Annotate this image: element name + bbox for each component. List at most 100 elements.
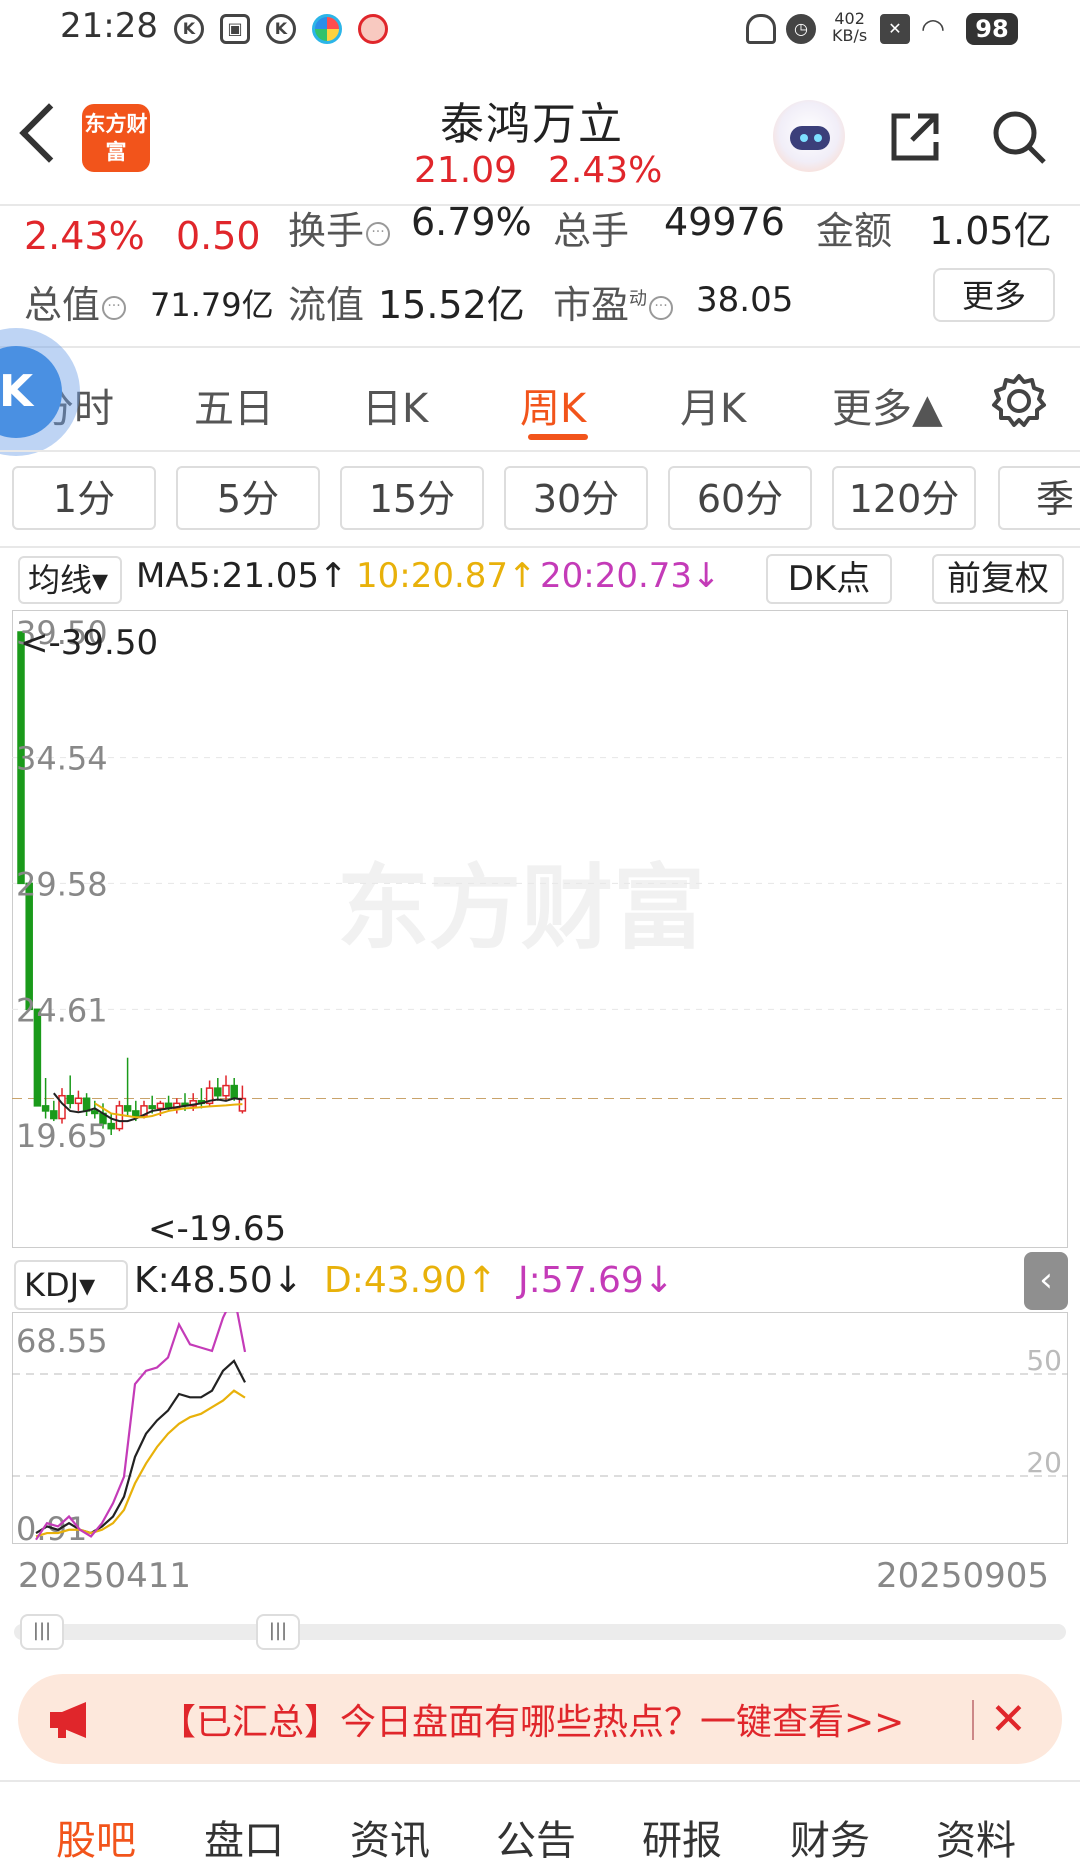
y-tick-label: 19.65 [16, 1117, 108, 1155]
interval-15min-button[interactable]: 15分 [340, 466, 484, 530]
adjust-mode-button[interactable]: 前复权 [932, 554, 1064, 604]
app-k-icon: K [174, 14, 204, 44]
active-tab-indicator [528, 434, 588, 440]
megaphone-icon [50, 1702, 86, 1738]
tabs-divider [0, 450, 1080, 452]
quote-change: 0.50 [176, 214, 261, 258]
share-icon[interactable] [888, 110, 942, 164]
candle-body [82, 1097, 91, 1112]
interval-120min-button[interactable]: 120分 [832, 466, 976, 530]
pe-dynamic-sup: 动 [629, 288, 648, 310]
scroll-handle-left[interactable]: ||| [20, 1614, 64, 1650]
interval-5min-button[interactable]: 5分 [176, 466, 320, 530]
candle-body [123, 1105, 132, 1112]
amount-value: 1.05亿 [929, 209, 1052, 253]
quote-more-button[interactable]: 更多 [933, 268, 1055, 322]
kdj-k-value: K:48.50↓ [134, 1260, 303, 1301]
app-colorful-icon [312, 14, 342, 44]
header-divider [0, 204, 1080, 206]
pe-label-text: 市盈 [553, 283, 630, 327]
interval-season-button[interactable]: 季 [998, 466, 1080, 530]
app-k2-icon: K [266, 14, 296, 44]
candle-body [41, 1105, 50, 1112]
scroll-handle-right[interactable]: ||| [256, 1614, 300, 1650]
tab-more[interactable]: 更多▲ [832, 376, 943, 434]
weekly-k-chart[interactable]: 东方财富 39.5034.5429.5824.6119.65 <-39.50 <… [12, 610, 1068, 1248]
bottom-tab-forum[interactable]: 股吧 [56, 1808, 136, 1866]
more-dots-icon[interactable]: ··· [366, 222, 391, 246]
tab-daily-k[interactable]: 日K [362, 376, 428, 434]
ma20-value: 20:20.73↓ [540, 556, 721, 596]
dk-point-button[interactable]: DK点 [766, 554, 892, 604]
status-bar: 21:28 K ▣ K ◷ 402 KB/s ✕ ◠ 98 [0, 0, 1080, 62]
header-price: 21.09 [414, 150, 518, 191]
candle-body [74, 1097, 83, 1105]
banner-text[interactable]: 【已汇总】今日盘面有哪些热点？一键查看>> [160, 1693, 904, 1745]
quote-divider [0, 346, 1080, 348]
kdj-chart[interactable]: 68.55 0.91 50 20 [12, 1312, 1068, 1544]
tab-five-day[interactable]: 五日 [194, 376, 274, 434]
candle-body [91, 1110, 99, 1115]
alarm-icon: ◷ [786, 14, 816, 44]
kdj-20-label: 20 [1026, 1446, 1062, 1479]
tab-weekly-k[interactable]: 周K [520, 376, 586, 434]
banner-close-icon[interactable]: ✕ [990, 1694, 1027, 1745]
robot-eye [800, 134, 808, 142]
high-marker: <-39.50 [20, 623, 158, 663]
status-time: 21:28 [60, 6, 158, 46]
buttons-divider [0, 546, 1080, 548]
chart-scroll-track[interactable] [14, 1624, 1066, 1640]
float-value: 15.52亿 [378, 283, 525, 327]
back-arrow-icon[interactable] [19, 103, 79, 163]
header-change-pct: 2.43% [548, 150, 663, 191]
stock-name: 泰鸿万立 [440, 99, 624, 150]
volume-value: 49976 [664, 200, 785, 244]
bottom-tab-news[interactable]: 资讯 [350, 1808, 430, 1866]
sim-off-icon: ✕ [880, 14, 910, 44]
search-icon[interactable] [990, 108, 1048, 166]
banner-separator [972, 1700, 974, 1740]
more-dots-icon[interactable]: ··· [649, 296, 674, 320]
bottom-tab-orderbook[interactable]: 盘口 [204, 1808, 284, 1866]
interval-30min-button[interactable]: 30分 [504, 466, 648, 530]
kdj-ymax-label: 68.55 [16, 1322, 108, 1360]
candle-body [156, 1102, 165, 1110]
gear-icon[interactable] [990, 372, 1048, 430]
amount-label: 金额 [816, 209, 893, 253]
y-tick-label: 24.61 [16, 991, 108, 1029]
headphones-icon [746, 14, 776, 44]
candle-body [115, 1105, 124, 1130]
turnover-value: 6.79% [411, 200, 532, 244]
y-tick-label: 29.58 [16, 865, 108, 903]
interval-1min-button[interactable]: 1分 [12, 466, 156, 530]
bottom-tab-research[interactable]: 研报 [642, 1808, 722, 1866]
more-dots-icon[interactable]: ··· [102, 296, 127, 320]
kdj-j-value: J:57.69↓ [518, 1260, 674, 1301]
interval-60min-button[interactable]: 60分 [668, 466, 812, 530]
bottom-tab-announcements[interactable]: 公告 [496, 1808, 576, 1866]
ma5-value: MA5:21.05↑ [136, 556, 348, 596]
wifi-icon: ◠ [922, 12, 944, 45]
float-label: 流值 [288, 283, 365, 327]
robot-face [790, 126, 830, 150]
network-rate-value: 402 [834, 9, 865, 28]
app-red-icon [358, 14, 388, 44]
turnover-label-text: 换手 [288, 209, 365, 253]
candle-body [107, 1122, 115, 1130]
candle-body [214, 1087, 222, 1097]
tab-monthly-k[interactable]: 月K [680, 376, 746, 434]
mktcap-label-text: 总值 [24, 283, 101, 327]
mktcap-label: 总值 ··· [24, 274, 127, 329]
indicator-select-kdj[interactable]: KDJ▾ [14, 1260, 128, 1310]
app-logo: 东方财富 [82, 104, 150, 172]
battery-indicator: 98 [966, 13, 1018, 45]
collapse-panel-button[interactable]: ‹ [1024, 1252, 1068, 1310]
bottom-tab-finance[interactable]: 财务 [790, 1808, 870, 1866]
candle-body [148, 1105, 156, 1110]
indicator-select-ma[interactable]: 均线▾ [18, 556, 122, 604]
kdj-50-label: 50 [1026, 1344, 1062, 1377]
robot-eye [814, 134, 822, 142]
image-icon: ▣ [220, 14, 250, 44]
bottom-tab-profile[interactable]: 资料 [936, 1808, 1016, 1866]
candle-body [132, 1110, 140, 1117]
